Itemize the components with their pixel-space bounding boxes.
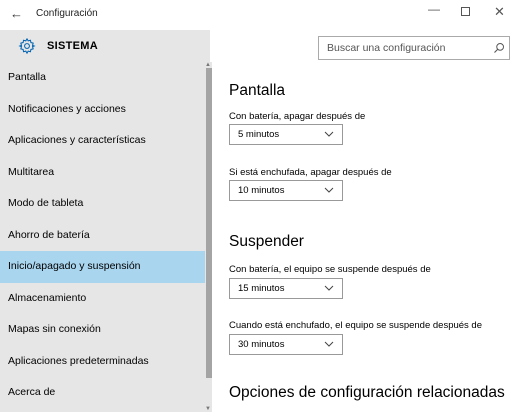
- sidebar-item-mapas[interactable]: Mapas sin conexión: [0, 314, 206, 346]
- window-title: Configuración: [36, 8, 98, 19]
- chevron-down-icon: [324, 341, 334, 347]
- chevron-down-icon: [324, 187, 334, 193]
- dropdown-value: 10 minutos: [238, 185, 285, 196]
- back-arrow-icon[interactable]: ←: [10, 6, 23, 21]
- sidebar-item-pantalla[interactable]: Pantalla: [0, 62, 206, 94]
- sidebar-item-almacenamiento[interactable]: Almacenamiento: [0, 283, 206, 315]
- maximize-button[interactable]: [461, 7, 470, 16]
- dropdown-value: 5 minutos: [238, 129, 280, 140]
- sleep-section-title: Suspender: [229, 233, 304, 250]
- scroll-thumb[interactable]: [206, 68, 212, 378]
- sidebar-nav: Pantalla Notificaciones y acciones Aplic…: [0, 62, 206, 409]
- scroll-down-icon[interactable]: ▼: [205, 406, 211, 412]
- chevron-down-icon: [324, 131, 334, 137]
- search-box[interactable]: [318, 36, 510, 60]
- close-button[interactable]: ✕: [494, 4, 505, 20]
- sidebar-item-aplicaciones[interactable]: Aplicaciones y características: [0, 125, 206, 157]
- dropdown-value: 30 minutos: [238, 339, 285, 350]
- screen-section-title: Pantalla: [229, 82, 286, 99]
- search-input[interactable]: [319, 37, 484, 59]
- sidebar-item-modo-tableta[interactable]: Modo de tableta: [0, 188, 206, 220]
- sleep-battery-dropdown[interactable]: 15 minutos: [229, 278, 343, 299]
- sidebar-item-multitarea[interactable]: Multitarea: [0, 157, 206, 189]
- related-section-title: Opciones de configuración relacionadas: [229, 384, 505, 401]
- section-title: SISTEMA: [47, 40, 98, 52]
- sleep-battery-label: Con batería, el equipo se suspende despu…: [229, 264, 431, 275]
- dropdown-value: 15 minutos: [238, 283, 285, 294]
- sidebar-item-notificaciones[interactable]: Notificaciones y acciones: [0, 94, 206, 126]
- search-icon[interactable]: [493, 42, 505, 54]
- sidebar-scrollbar[interactable]: ▲ ▼: [205, 62, 212, 412]
- sleep-plugged-label: Cuando está enchufado, el equipo se susp…: [229, 320, 483, 331]
- section-header: SISTEMA: [0, 30, 210, 62]
- screen-plugged-label: Si está enchufada, apagar después de: [229, 167, 392, 178]
- minimize-button[interactable]: —: [428, 2, 440, 16]
- screen-plugged-dropdown[interactable]: 10 minutos: [229, 180, 343, 201]
- sidebar-item-ahorro-bateria[interactable]: Ahorro de batería: [0, 220, 206, 252]
- sidebar-item-acerca-de[interactable]: Acerca de: [0, 377, 206, 409]
- chevron-down-icon: [324, 285, 334, 291]
- gear-icon: [18, 37, 36, 55]
- sleep-plugged-dropdown[interactable]: 30 minutos: [229, 334, 343, 355]
- title-bar: ← Configuración — ✕: [0, 0, 510, 30]
- screen-battery-dropdown[interactable]: 5 minutos: [229, 124, 343, 145]
- sidebar-item-apps-predeterminadas[interactable]: Aplicaciones predeterminadas: [0, 346, 206, 378]
- screen-battery-label: Con batería, apagar después de: [229, 111, 366, 122]
- sidebar-item-inicio-apagado[interactable]: Inicio/apagado y suspensión: [0, 251, 206, 283]
